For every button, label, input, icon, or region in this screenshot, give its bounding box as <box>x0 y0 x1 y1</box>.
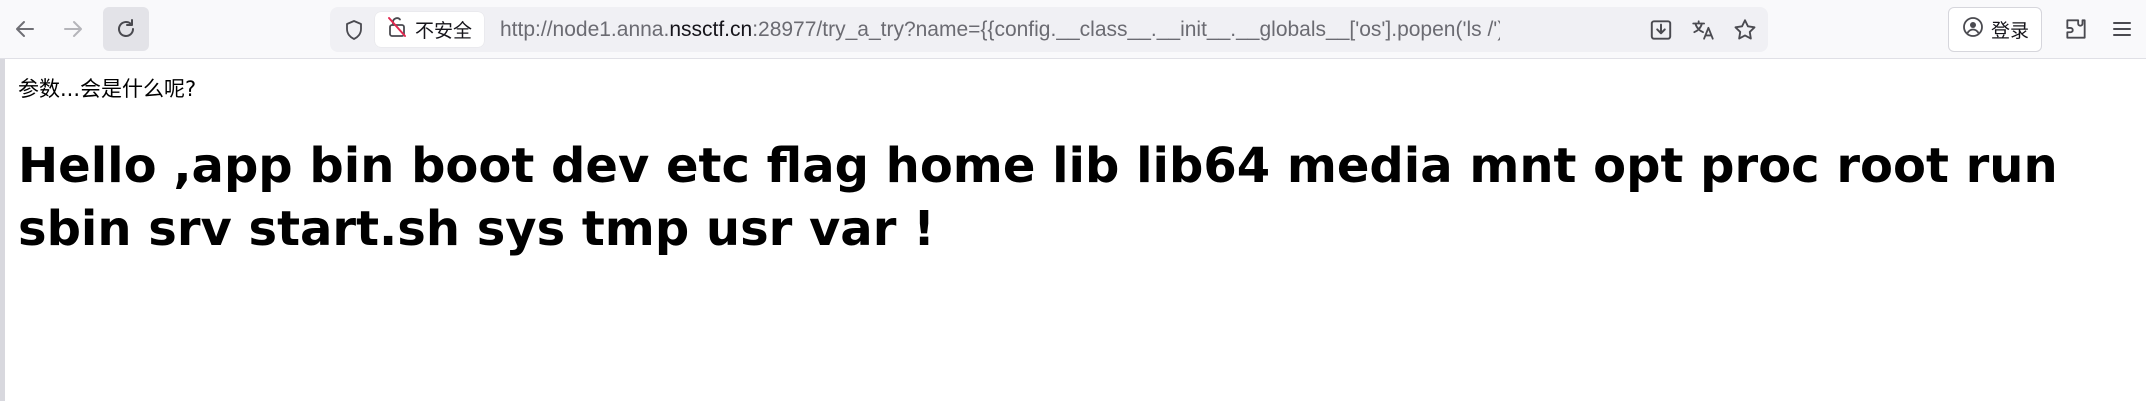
broken-lock-icon <box>385 15 409 44</box>
menu-button[interactable] <box>2102 7 2142 51</box>
address-bar[interactable]: 不安全 http://node1.anna.nssctf.cn:28977/tr… <box>330 7 1768 52</box>
parameter-hint: 参数...会是什么呢? <box>18 77 197 101</box>
download-icon[interactable] <box>1644 7 1678 52</box>
sign-in-button[interactable]: 登录 <box>1948 7 2042 52</box>
arrow-left-icon <box>13 17 37 41</box>
translate-icon[interactable] <box>1686 7 1720 52</box>
url-prefix: http://node1.anna. <box>500 18 670 41</box>
back-button[interactable] <box>2 7 48 51</box>
shield-icon[interactable] <box>338 7 370 52</box>
forward-button[interactable] <box>50 7 96 51</box>
page-content: 参数...会是什么呢? Hello ,app bin boot dev etc … <box>0 59 2146 401</box>
account-circle-icon <box>1961 15 1985 44</box>
star-icon[interactable] <box>1728 7 1762 52</box>
security-label: 不安全 <box>415 20 473 42</box>
reload-button[interactable] <box>103 7 149 51</box>
url-text[interactable]: http://node1.anna.nssctf.cn:28977/try_a_… <box>500 7 1500 52</box>
puzzle-icon <box>2063 16 2089 42</box>
sign-in-label: 登录 <box>1990 20 2029 42</box>
url-suffix: :28977/try_a_try?name={{config.__class__… <box>752 18 1500 41</box>
browser-toolbar: 不安全 http://node1.anna.nssctf.cn:28977/tr… <box>0 0 2146 59</box>
extensions-button[interactable] <box>2053 7 2099 51</box>
arrow-right-icon <box>61 17 85 41</box>
reload-icon <box>114 17 138 41</box>
site-security-button[interactable]: 不安全 <box>375 12 485 47</box>
hamburger-menu-icon <box>2110 17 2134 41</box>
page-heading: Hello ,app bin boot dev etc flag home li… <box>18 138 2058 257</box>
url-domain: nssctf.cn <box>669 18 753 41</box>
